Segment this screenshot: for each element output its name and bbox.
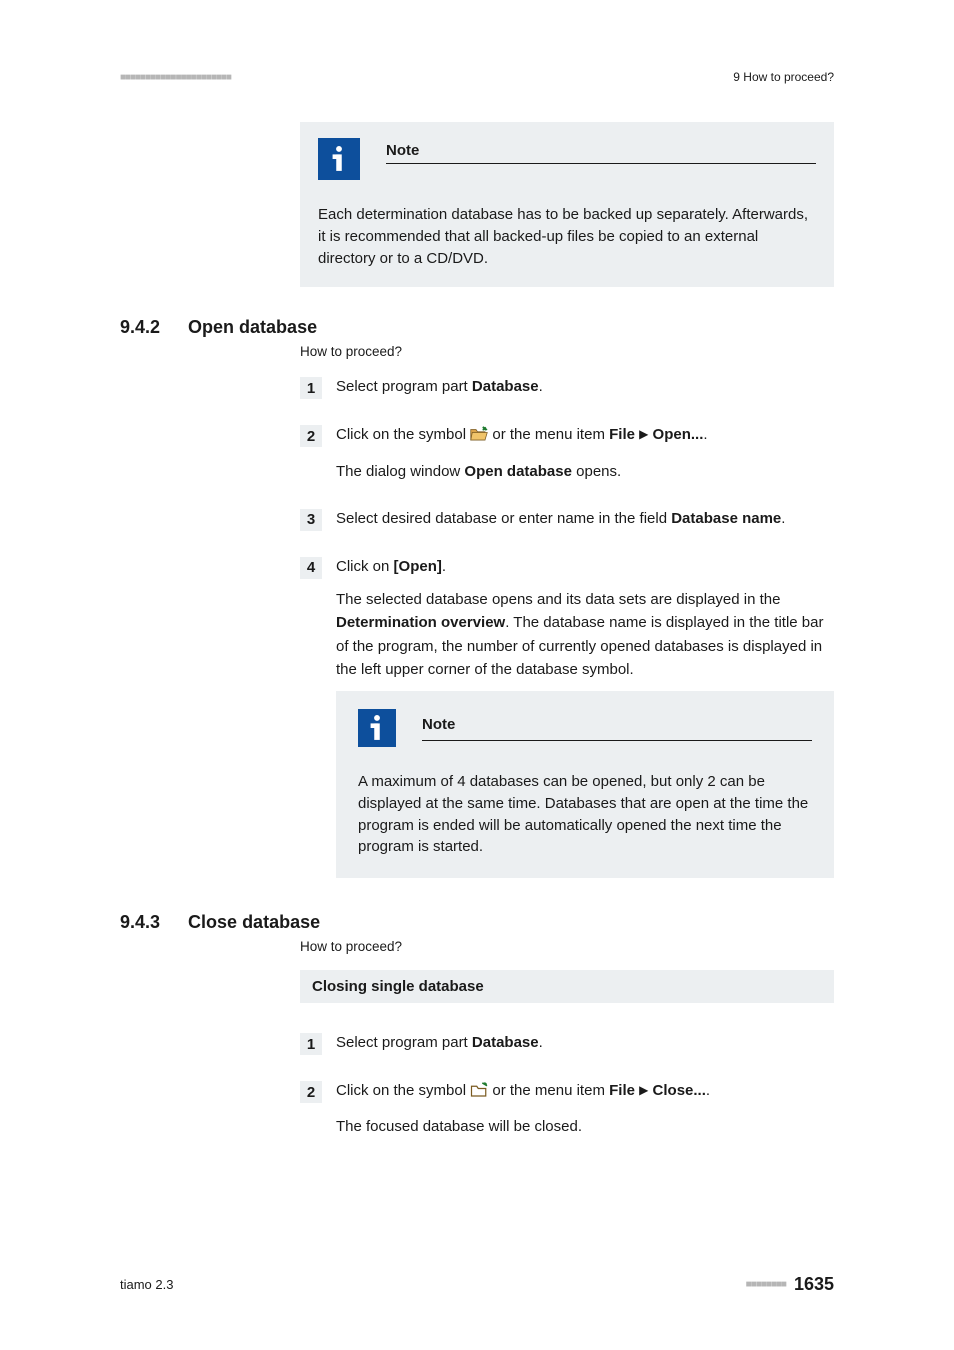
step-row: 2 Click on the symbol or the menu item F…: [300, 423, 834, 483]
section-title: Open database: [188, 317, 317, 338]
step-body: Select program part Database.: [336, 375, 543, 399]
section-subtitle: How to proceed?: [300, 939, 834, 954]
step-text: .: [703, 426, 707, 443]
menu-close: Close...: [653, 1082, 706, 1099]
section-number: 9.4.2: [120, 317, 160, 338]
menu-file: File: [609, 1082, 635, 1099]
note-box: Note A maximum of 4 databases can be ope…: [336, 691, 834, 878]
info-icon: [358, 709, 396, 747]
step-result-bold: Open database: [464, 463, 572, 480]
step-number: 1: [300, 377, 322, 399]
step-body: Click on the symbol or the menu item Fil…: [336, 423, 708, 483]
step-text: Select program part: [336, 1034, 472, 1051]
step-text: Select desired database or enter name in…: [336, 510, 671, 527]
menu-file: File: [609, 426, 635, 443]
step-row: 3 Select desired database or enter name …: [300, 507, 834, 531]
step-number: 3: [300, 509, 322, 531]
step-text: or the menu item: [488, 426, 609, 443]
step-text: Select program part: [336, 378, 472, 395]
step-bold: Database: [472, 378, 539, 395]
step-body: Select desired database or enter name in…: [336, 507, 785, 531]
section-title: Close database: [188, 912, 320, 933]
step-row: 1 Select program part Database.: [300, 1031, 834, 1055]
note-text: A maximum of 4 databases can be opened, …: [358, 771, 812, 858]
step-result-text: opens.: [572, 463, 621, 480]
step-row: 4 Click on [Open]. The selected database…: [300, 555, 834, 878]
step-bold: Database: [472, 1034, 539, 1051]
step-body: Select program part Database.: [336, 1031, 543, 1055]
section-heading-942: 9.4.2 Open database: [120, 317, 834, 338]
running-head-text: 9 How to proceed?: [733, 70, 834, 84]
step-row: 1 Select program part Database.: [300, 375, 834, 399]
step-body: Click on the symbol or the menu item Fil…: [336, 1079, 710, 1139]
note-text: Each determination database has to be ba…: [318, 204, 816, 269]
step-text: Click on the symbol: [336, 1082, 470, 1099]
step-text: Click on the symbol: [336, 426, 470, 443]
section-subtitle: How to proceed?: [300, 344, 834, 359]
footer-dots: ■■■■■■■■: [746, 1279, 786, 1290]
step-text: .: [442, 558, 446, 575]
running-header: ■■■■■■■■■■■■■■■■■■■■■■ 9 How to proceed?: [120, 70, 834, 84]
footer-product: tiamo 2.3: [120, 1277, 173, 1292]
step-text: Click on: [336, 558, 394, 575]
step-text: .: [539, 1034, 543, 1051]
step-number: 4: [300, 557, 322, 579]
footer-right: ■■■■■■■■ 1635: [746, 1274, 834, 1295]
note-title: Note: [386, 142, 816, 164]
note-header: Note: [358, 709, 812, 747]
note-title: Note: [422, 713, 812, 741]
page-footer: tiamo 2.3 ■■■■■■■■ 1635: [120, 1274, 834, 1295]
open-folder-icon: [470, 426, 488, 449]
step-text: or the menu item: [488, 1082, 609, 1099]
step-result-text: The focused database will be closed.: [336, 1115, 710, 1138]
step-row: 2 Click on the symbol or the menu item F…: [300, 1079, 834, 1139]
step-result-bold: Determination overview: [336, 614, 505, 631]
section-heading-943: 9.4.3 Close database: [120, 912, 834, 933]
step-bold: [Open]: [394, 558, 442, 575]
step-text: .: [539, 378, 543, 395]
close-folder-icon: [470, 1082, 488, 1105]
closing-bar: Closing single database: [300, 970, 834, 1003]
note-box: Note Each determination database has to …: [300, 122, 834, 287]
header-dots: ■■■■■■■■■■■■■■■■■■■■■■: [120, 72, 231, 83]
menu-open: Open...: [653, 426, 704, 443]
page: ■■■■■■■■■■■■■■■■■■■■■■ 9 How to proceed?…: [0, 0, 954, 1350]
note-header: Note: [318, 138, 816, 180]
step-body: Click on [Open]. The selected database o…: [336, 555, 834, 878]
menu-arrow-icon: ▶: [639, 1083, 648, 1097]
step-bold: Database name: [671, 510, 781, 527]
step-result-text: The selected database opens and its data…: [336, 591, 780, 608]
note-title-wrap: Note: [386, 138, 816, 164]
section-number: 9.4.3: [120, 912, 160, 933]
menu-arrow-icon: ▶: [639, 427, 648, 441]
step-number: 2: [300, 1081, 322, 1103]
step-text: .: [706, 1082, 710, 1099]
page-number: 1635: [794, 1274, 834, 1295]
step-number: 2: [300, 425, 322, 447]
step-text: .: [781, 510, 785, 527]
info-icon: [318, 138, 360, 180]
note-title-wrap: Note: [422, 709, 812, 741]
step-result-text: The dialog window: [336, 463, 464, 480]
step-number: 1: [300, 1033, 322, 1055]
